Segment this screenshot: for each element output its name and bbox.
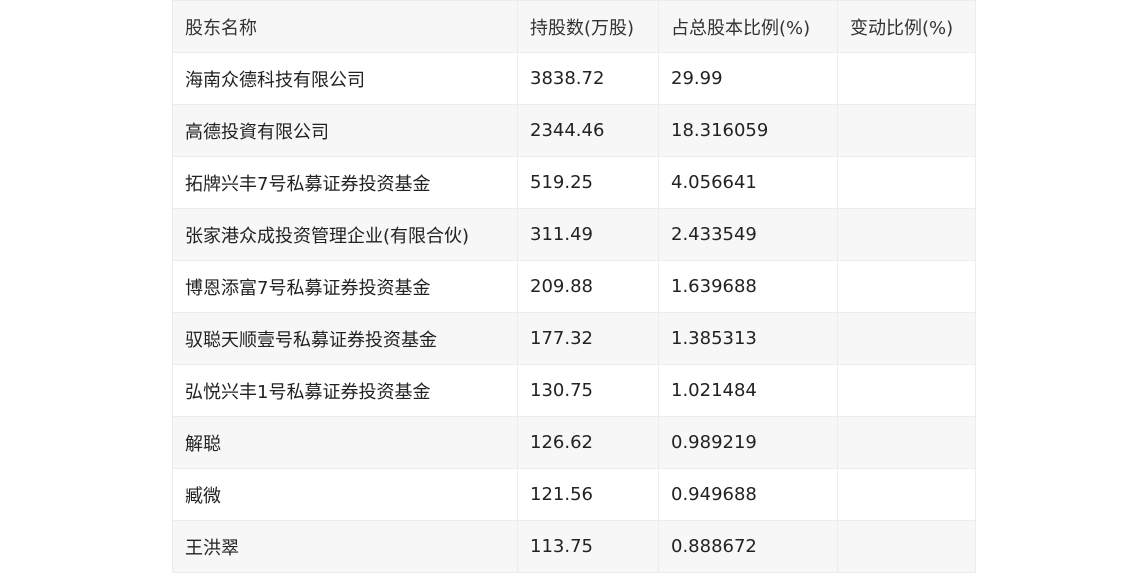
cell-share-ratio: 0.989219 xyxy=(658,416,838,469)
table-body: 海南众德科技有限公司 3838.72 29.99 高德投資有限公司 2344.4… xyxy=(172,52,976,573)
table-row: 拓牌兴丰7号私募证券投资基金 519.25 4.056641 xyxy=(172,156,976,209)
table-row: 张家港众成投资管理企业(有限合伙) 311.49 2.433549 xyxy=(172,208,976,261)
shareholders-table: 股东名称 持股数(万股) 占总股本比例(%) 变动比例(%) 海南众德科技有限公… xyxy=(172,0,976,573)
cell-shares-held: 177.32 xyxy=(517,312,659,365)
table-header: 股东名称 持股数(万股) 占总股本比例(%) 变动比例(%) xyxy=(172,0,976,53)
cell-share-ratio: 1.639688 xyxy=(658,260,838,313)
table-row: 王洪翠 113.75 0.888672 xyxy=(172,520,976,573)
cell-change-ratio xyxy=(837,416,976,469)
table-row: 高德投資有限公司 2344.46 18.316059 xyxy=(172,104,976,157)
cell-shareholder-name: 博恩添富7号私募证券投资基金 xyxy=(172,260,518,313)
cell-shares-held: 126.62 xyxy=(517,416,659,469)
cell-share-ratio: 1.021484 xyxy=(658,364,838,417)
cell-shares-held: 209.88 xyxy=(517,260,659,313)
cell-change-ratio xyxy=(837,364,976,417)
cell-share-ratio: 29.99 xyxy=(658,52,838,105)
cell-share-ratio: 0.888672 xyxy=(658,520,838,573)
cell-shareholder-name: 驭聪天顺壹号私募证券投资基金 xyxy=(172,312,518,365)
cell-change-ratio xyxy=(837,208,976,261)
table-row: 博恩添富7号私募证券投资基金 209.88 1.639688 xyxy=(172,260,976,313)
cell-change-ratio xyxy=(837,468,976,521)
table-row: 海南众德科技有限公司 3838.72 29.99 xyxy=(172,52,976,105)
header-shares-held: 持股数(万股) xyxy=(517,0,659,53)
cell-shares-held: 3838.72 xyxy=(517,52,659,105)
cell-shares-held: 519.25 xyxy=(517,156,659,209)
cell-share-ratio: 18.316059 xyxy=(658,104,838,157)
cell-shareholder-name: 臧微 xyxy=(172,468,518,521)
cell-shares-held: 121.56 xyxy=(517,468,659,521)
cell-shares-held: 2344.46 xyxy=(517,104,659,157)
table-header-row: 股东名称 持股数(万股) 占总股本比例(%) 变动比例(%) xyxy=(172,0,976,53)
cell-change-ratio xyxy=(837,260,976,313)
cell-change-ratio xyxy=(837,520,976,573)
cell-change-ratio xyxy=(837,52,976,105)
cell-shares-held: 130.75 xyxy=(517,364,659,417)
cell-change-ratio xyxy=(837,104,976,157)
header-share-ratio: 占总股本比例(%) xyxy=(658,0,838,53)
cell-share-ratio: 1.385313 xyxy=(658,312,838,365)
cell-change-ratio xyxy=(837,156,976,209)
table-row: 弘悦兴丰1号私募证券投资基金 130.75 1.021484 xyxy=(172,364,976,417)
cell-shareholder-name: 高德投資有限公司 xyxy=(172,104,518,157)
cell-share-ratio: 0.949688 xyxy=(658,468,838,521)
cell-shares-held: 311.49 xyxy=(517,208,659,261)
cell-change-ratio xyxy=(837,312,976,365)
cell-shareholder-name: 王洪翠 xyxy=(172,520,518,573)
shareholders-table-container: 股东名称 持股数(万股) 占总股本比例(%) 变动比例(%) 海南众德科技有限公… xyxy=(172,0,976,573)
cell-share-ratio: 2.433549 xyxy=(658,208,838,261)
table-row: 臧微 121.56 0.949688 xyxy=(172,468,976,521)
header-change-ratio: 变动比例(%) xyxy=(837,0,976,53)
cell-shareholder-name: 张家港众成投资管理企业(有限合伙) xyxy=(172,208,518,261)
table-row: 解聪 126.62 0.989219 xyxy=(172,416,976,469)
header-shareholder-name: 股东名称 xyxy=(172,0,518,53)
cell-shares-held: 113.75 xyxy=(517,520,659,573)
cell-shareholder-name: 弘悦兴丰1号私募证券投资基金 xyxy=(172,364,518,417)
cell-shareholder-name: 海南众德科技有限公司 xyxy=(172,52,518,105)
cell-shareholder-name: 拓牌兴丰7号私募证券投资基金 xyxy=(172,156,518,209)
cell-share-ratio: 4.056641 xyxy=(658,156,838,209)
table-row: 驭聪天顺壹号私募证券投资基金 177.32 1.385313 xyxy=(172,312,976,365)
cell-shareholder-name: 解聪 xyxy=(172,416,518,469)
